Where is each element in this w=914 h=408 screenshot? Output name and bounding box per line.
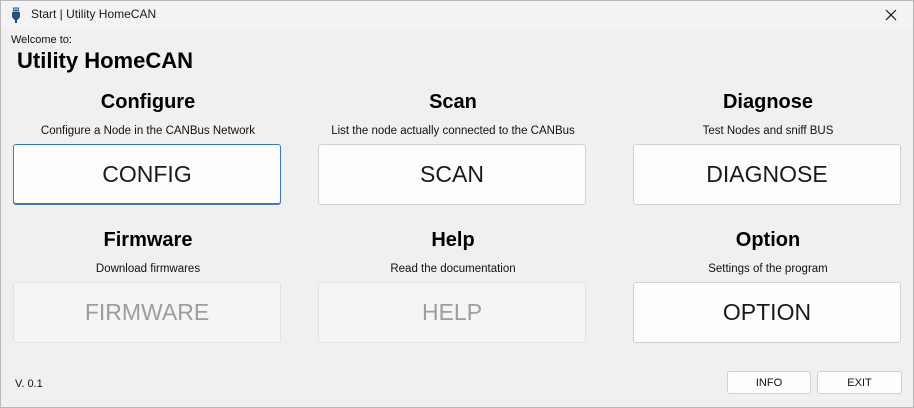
section-description: List the node actually connected to the …: [331, 125, 575, 137]
exit-button[interactable]: EXIT: [817, 371, 902, 394]
usb-plug-icon: [12, 7, 20, 23]
section-firmware: Firmware Download firmwares FIRMWARE: [13, 229, 283, 352]
info-button[interactable]: INFO: [727, 371, 811, 394]
section-option: Option Settings of the program OPTION: [633, 229, 903, 352]
section-description: Settings of the program: [708, 263, 828, 275]
section-title: Configure: [100, 91, 196, 113]
title-bar[interactable]: Start | Utility HomeCAN: [1, 1, 913, 29]
section-help: Help Read the documentation HELP: [318, 229, 588, 352]
section-description: Configure a Node in the CANBus Network: [40, 125, 256, 137]
section-description: Download firmwares: [95, 263, 201, 275]
main-window: Start | Utility HomeCAN Welcome to: Util…: [0, 0, 914, 408]
config-button[interactable]: CONFIG: [13, 144, 281, 205]
close-button[interactable]: [869, 1, 913, 29]
section-diagnose: Diagnose Test Nodes and sniff BUS DIAGNO…: [633, 91, 903, 214]
section-description: Read the documentation: [390, 263, 516, 275]
section-configure: Configure Configure a Node in the CANBus…: [13, 91, 283, 214]
option-button[interactable]: OPTION: [633, 282, 901, 343]
firmware-button[interactable]: FIRMWARE: [13, 282, 281, 343]
help-button[interactable]: HELP: [318, 282, 586, 343]
app-name-heading: Utility HomeCAN: [17, 48, 194, 73]
close-icon: [885, 9, 897, 21]
diagnose-button[interactable]: DIAGNOSE: [633, 144, 901, 205]
version-label: V. 0.1: [15, 378, 43, 390]
section-title: Diagnose: [722, 91, 814, 113]
section-title: Option: [735, 229, 801, 251]
section-scan: Scan List the node actually connected to…: [318, 91, 588, 214]
section-title: Help: [431, 229, 475, 251]
welcome-label: Welcome to:: [11, 34, 72, 46]
section-title: Firmware: [103, 229, 193, 251]
section-title: Scan: [429, 91, 477, 113]
section-description: Test Nodes and sniff BUS: [702, 125, 834, 137]
scan-button[interactable]: SCAN: [318, 144, 586, 205]
window-title: Start | Utility HomeCAN: [31, 7, 157, 21]
